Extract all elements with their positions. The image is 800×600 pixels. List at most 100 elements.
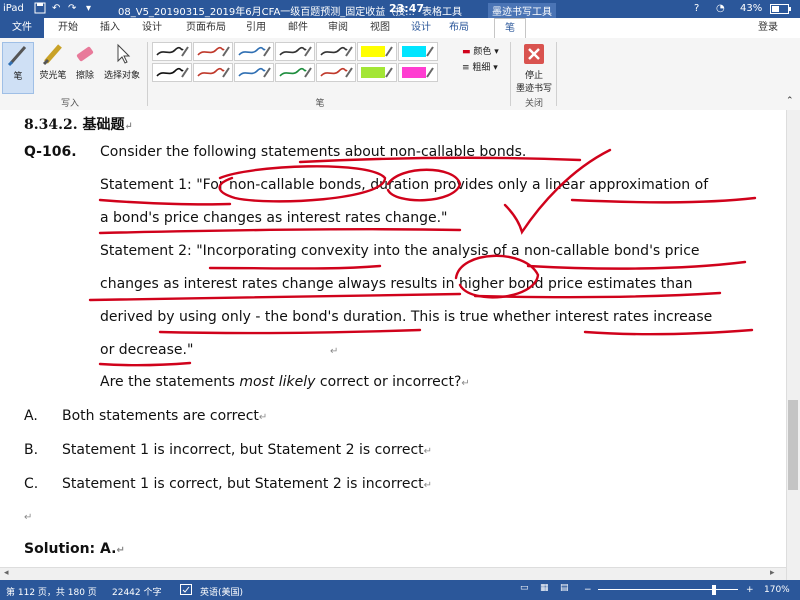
group-divider bbox=[556, 42, 557, 106]
battery-percent: 43% bbox=[740, 3, 763, 14]
tab-pen[interactable]: 笔 bbox=[494, 18, 526, 39]
status-bar: 第 112 页，共 180 页 22442 个字 英语(美国) ▭ ▦ ▤ − … bbox=[0, 580, 800, 600]
web-layout-icon[interactable]: ▤ bbox=[560, 583, 569, 593]
highlighter-swatch[interactable] bbox=[357, 42, 397, 61]
thickness-dropdown-button[interactable]: ≡ 粗细 ▾ bbox=[462, 60, 508, 73]
device-label: iPad bbox=[3, 3, 24, 14]
option-a-text: Both statements are correct↵ bbox=[62, 408, 268, 424]
statement-1-line-2: a bond's price changes as interest rates… bbox=[100, 210, 448, 226]
zoom-slider-thumb[interactable] bbox=[712, 585, 716, 595]
proofing-icon[interactable] bbox=[180, 584, 192, 598]
color-dropdown-button[interactable]: ▬ 颜色 ▾ bbox=[462, 44, 508, 57]
collapse-ribbon-icon[interactable]: ⌃ bbox=[786, 96, 794, 106]
clock: 23:47 bbox=[389, 2, 425, 15]
title-bar: iPad ↶ ↷ ▾ 08_V5_20190315_2019年6月CFA一级百题… bbox=[0, 0, 800, 18]
group-divider bbox=[510, 42, 511, 106]
highlighter-swatch[interactable] bbox=[398, 42, 438, 61]
pen-swatch[interactable] bbox=[234, 42, 274, 61]
option-a-letter: A. bbox=[24, 408, 38, 424]
ribbon-tab-row: 文件 开始 插入 设计 页面布局 引用 邮件 审阅 视图 设计 布局 笔 登录 bbox=[0, 18, 800, 39]
tab-references[interactable]: 引用 bbox=[240, 18, 272, 38]
statement-2-line-4: or decrease." bbox=[100, 342, 194, 358]
question-number: Q-106. bbox=[24, 144, 77, 160]
tab-mailings[interactable]: 邮件 bbox=[282, 18, 314, 38]
thickness-icon: ≡ bbox=[462, 63, 470, 73]
word-count[interactable]: 22442 个字 bbox=[112, 585, 162, 598]
statement-2-line-1: Statement 2: "Incorporating convexity in… bbox=[100, 243, 700, 259]
quick-access-dropdown-icon[interactable]: ▾ bbox=[86, 3, 91, 14]
option-c-letter: C. bbox=[24, 476, 39, 492]
pen-swatch[interactable] bbox=[193, 42, 233, 61]
login-button[interactable]: 登录 bbox=[752, 18, 784, 38]
question-prompt: Are the statements most likely correct o… bbox=[100, 374, 470, 390]
context-tab-table-tools: 表格工具 bbox=[422, 7, 462, 18]
redo-icon[interactable]: ↷ bbox=[68, 3, 76, 14]
vertical-scrollbar-thumb[interactable] bbox=[788, 400, 798, 490]
battery-icon bbox=[770, 4, 792, 17]
pen-swatch[interactable] bbox=[275, 63, 315, 82]
read-mode-icon[interactable]: ▭ bbox=[520, 583, 529, 593]
tab-table-design[interactable]: 设计 bbox=[406, 18, 436, 38]
close-x-icon bbox=[522, 42, 546, 66]
pen-tool-button[interactable]: 笔 bbox=[2, 42, 34, 94]
select-objects-label: 选择对象 bbox=[103, 71, 140, 81]
eraser-icon bbox=[73, 42, 97, 66]
zoom-in-button[interactable]: + bbox=[746, 585, 754, 595]
zoom-slider-track[interactable] bbox=[598, 589, 738, 590]
tab-file[interactable]: 文件 bbox=[0, 18, 44, 38]
option-b-letter: B. bbox=[24, 442, 39, 458]
tab-home[interactable]: 开始 bbox=[52, 18, 84, 38]
pen-swatch[interactable] bbox=[316, 42, 356, 61]
eraser-tool-label: 擦除 bbox=[75, 71, 94, 81]
pen-swatch[interactable] bbox=[316, 63, 356, 82]
highlighter-swatch[interactable] bbox=[398, 63, 438, 82]
highlighter-tool-label: 荧光笔 bbox=[39, 71, 67, 81]
tab-insert[interactable]: 插入 bbox=[94, 18, 126, 38]
option-c-text: Statement 1 is correct, but Statement 2 … bbox=[62, 476, 433, 492]
pen-swatch[interactable] bbox=[234, 63, 274, 82]
scroll-left-icon[interactable]: ◂ bbox=[4, 568, 9, 578]
zoom-level[interactable]: 170% bbox=[764, 585, 790, 595]
tab-view[interactable]: 视图 bbox=[364, 18, 396, 38]
pen-swatch[interactable] bbox=[152, 63, 192, 82]
stop-inking-button[interactable]: 停止 墨迹书写 bbox=[514, 42, 554, 94]
stop-inking-label-1: 停止 bbox=[524, 71, 543, 81]
document-page[interactable]: 8.34.2. 基础题↵ Q-106. Consider the followi… bbox=[0, 110, 786, 580]
tab-review[interactable]: 审阅 bbox=[322, 18, 354, 38]
statement-2-line-2: changes as interest rates change always … bbox=[100, 276, 693, 292]
color-label: 颜色 bbox=[473, 47, 492, 57]
language-indicator[interactable]: 英语(美国) bbox=[200, 585, 243, 598]
document-filename: 08_V5_20190315_2019年6月CFA一级百题预测_固定收益（授..… bbox=[118, 7, 415, 18]
pen-swatch[interactable] bbox=[193, 63, 233, 82]
empty-paragraph-mark: ↵ bbox=[24, 512, 33, 523]
paragraph-mark: ↵ bbox=[330, 346, 339, 357]
page-count[interactable]: 第 112 页，共 180 页 bbox=[6, 585, 97, 598]
option-b-text: Statement 1 is incorrect, but Statement … bbox=[62, 442, 433, 458]
horizontal-scrollbar[interactable]: ◂ ▸ bbox=[0, 567, 786, 581]
group-divider bbox=[147, 42, 148, 106]
pen-swatch[interactable] bbox=[152, 42, 192, 61]
tab-page-layout[interactable]: 页面布局 bbox=[180, 18, 232, 38]
question-intro: Consider the following statements about … bbox=[100, 144, 527, 160]
tab-table-layout[interactable]: 布局 bbox=[444, 18, 474, 38]
print-layout-icon[interactable]: ▦ bbox=[540, 583, 549, 593]
undo-icon[interactable]: ↶ bbox=[52, 3, 60, 14]
pen-swatch[interactable] bbox=[275, 42, 315, 61]
close-group-label: 关闭 bbox=[524, 99, 543, 109]
highlighter-tool-button[interactable]: 荧光笔 bbox=[36, 42, 70, 81]
scroll-right-icon[interactable]: ▸ bbox=[770, 568, 775, 578]
tab-design[interactable]: 设计 bbox=[136, 18, 168, 38]
eraser-tool-button[interactable]: 擦除 bbox=[72, 42, 98, 81]
pen-icon bbox=[6, 43, 30, 67]
color-icon: ▬ bbox=[462, 47, 471, 57]
vertical-scrollbar[interactable] bbox=[786, 110, 800, 580]
select-objects-button[interactable]: 选择对象 bbox=[100, 42, 144, 81]
stop-inking-label-2: 墨迹书写 bbox=[515, 84, 552, 94]
help-icon[interactable]: ? bbox=[694, 3, 699, 14]
save-icon[interactable] bbox=[34, 2, 46, 17]
zoom-out-button[interactable]: − bbox=[584, 585, 592, 595]
statement-1-line-1: Statement 1: "For non-callable bonds, du… bbox=[100, 177, 709, 193]
highlighter-swatch[interactable] bbox=[357, 63, 397, 82]
solution-text: Solution: A.↵ bbox=[24, 541, 125, 557]
context-tab-ink-tools: 墨迹书写工具 bbox=[488, 3, 556, 18]
